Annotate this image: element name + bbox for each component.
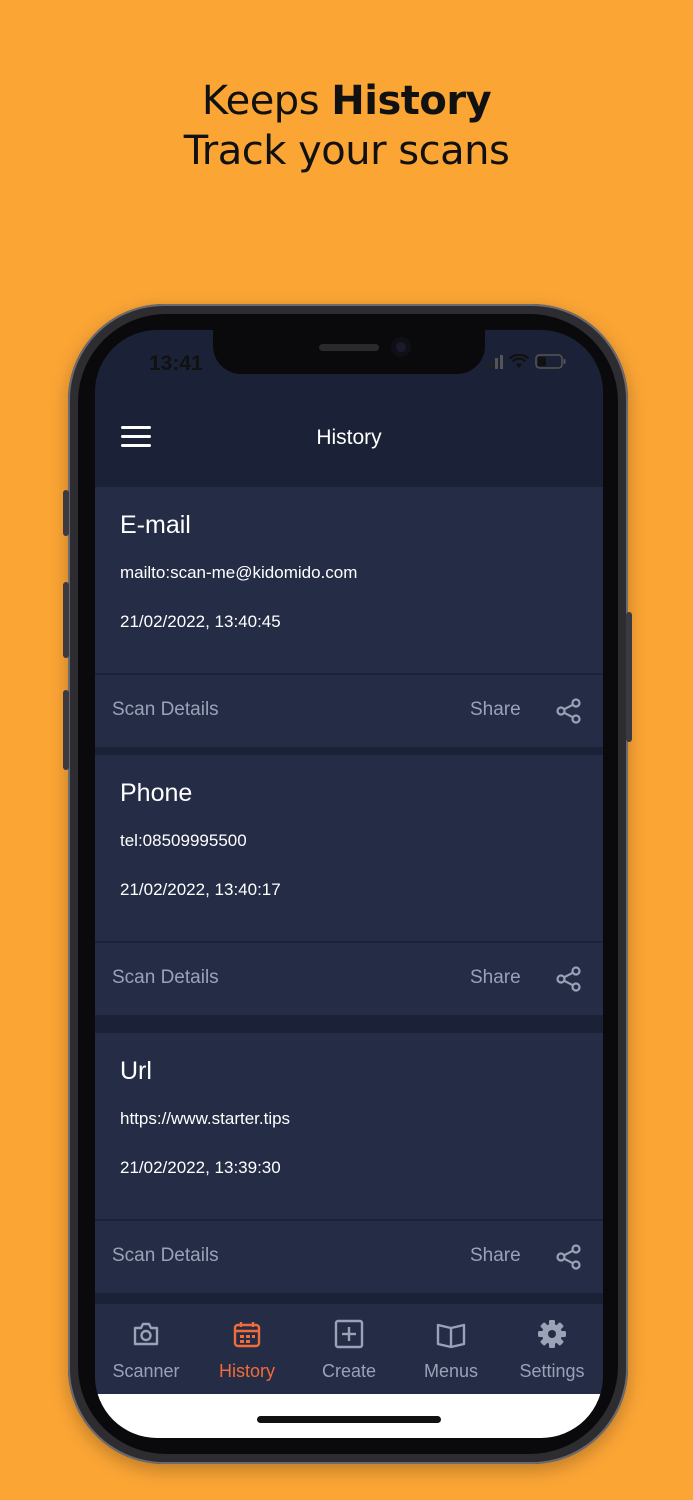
scan-type: E-mail [120,511,191,539]
power-button [626,612,632,742]
camera-icon [133,1322,159,1346]
status-bar: 13:41 [95,330,603,398]
nav-label: Settings [519,1361,585,1381]
front-camera-icon [391,337,411,357]
page-title: History [316,426,382,449]
gear-icon [538,1320,566,1348]
home-indicator-area [95,1394,603,1438]
wifi-icon [509,354,529,368]
book-icon [436,1323,466,1349]
scan-date: 21/02/2022, 13:40:17 [120,880,281,899]
scan-type: Phone [120,779,193,807]
app-bar: History [95,416,603,460]
scan-details-button[interactable]: Scan Details [112,967,219,989]
share-button[interactable]: Share [470,1245,521,1267]
volume-up-button [63,582,69,658]
headline-bold: History [331,78,492,124]
scan-date: 21/02/2022, 13:40:45 [120,612,281,631]
history-card[interactable]: Url https://www.starter.tips 21/02/2022,… [95,1033,603,1293]
notch [213,330,485,374]
battery-icon [535,354,566,369]
scan-type: Url [120,1057,152,1085]
nav-label: Menus [423,1361,479,1381]
nav-item-create[interactable]: Create [298,1304,400,1394]
headline-line-2: Track your scans [183,128,510,174]
history-card-actions: Scan Details Share [95,1221,603,1293]
share-button[interactable]: Share [470,699,521,721]
scan-content: mailto:scan-me@kidomido.com [120,563,358,582]
plus-square-icon [334,1319,364,1349]
nav-label: History [218,1361,275,1381]
nav-item-history[interactable]: History [196,1304,298,1394]
scan-details-button[interactable]: Scan Details [112,1245,219,1267]
phone-screen: 13:41 History E-mail mailto:scan-me@kido… [95,330,603,1438]
scan-details-button[interactable]: Scan Details [112,699,219,721]
history-card-actions: Scan Details Share [95,675,603,747]
nav-item-scanner[interactable]: Scanner [95,1304,197,1394]
silent-switch [63,490,69,536]
history-card-actions: Scan Details Share [95,943,603,1015]
scan-content: tel:08509995500 [120,831,247,850]
history-card-body: Phone tel:08509995500 21/02/2022, 13:40:… [95,755,603,943]
history-card[interactable]: E-mail mailto:scan-me@kidomido.com 21/02… [95,487,603,747]
status-time: 13:41 [149,352,203,375]
history-card-body: Url https://www.starter.tips 21/02/2022,… [95,1033,603,1221]
headline: Keeps History Track your scans [0,76,693,176]
history-card-body: E-mail mailto:scan-me@kidomido.com 21/02… [95,487,603,675]
headline-line-1: Keeps History [0,76,693,126]
nav-item-menus[interactable]: Menus [400,1304,502,1394]
share-icon[interactable] [555,697,583,725]
scan-content: https://www.starter.tips [120,1109,291,1128]
share-icon[interactable] [555,1243,583,1271]
volume-down-button [63,690,69,770]
headline-prefix: Keeps [201,78,332,124]
status-icons [485,354,567,369]
speaker-grille [319,344,379,351]
signal-icon [485,354,503,369]
bottom-nav: Scanner History Create Menus Settings [95,1304,603,1394]
scan-date: 21/02/2022, 13:39:30 [120,1158,281,1177]
share-button[interactable]: Share [470,967,521,989]
nav-item-settings[interactable]: Settings [501,1304,603,1394]
nav-label: Create [321,1361,377,1381]
history-card[interactable]: Phone tel:08509995500 21/02/2022, 13:40:… [95,755,603,1015]
home-indicator[interactable] [257,1416,441,1423]
nav-label: Scanner [112,1361,180,1381]
share-icon[interactable] [555,965,583,993]
calendar-icon [233,1322,261,1348]
